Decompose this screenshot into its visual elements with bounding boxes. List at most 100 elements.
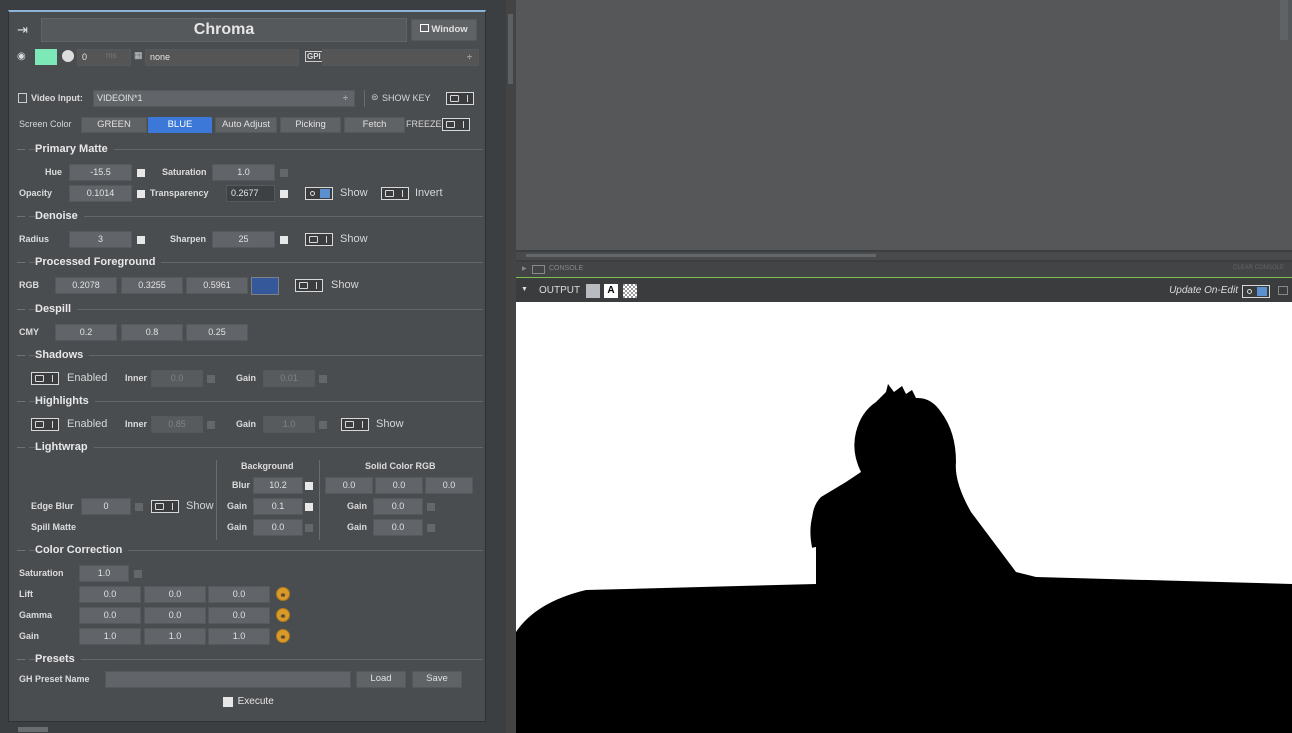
spill-gain-field[interactable]: 0.0: [253, 519, 303, 536]
gain-g-field[interactable]: 1.0: [144, 628, 206, 645]
spill-gain2-square[interactable]: [427, 524, 435, 532]
shadows-inner-field[interactable]: 0.0: [151, 370, 203, 387]
show-key-toggle[interactable]: [446, 92, 474, 105]
lift-link-icon[interactable]: ⚭: [276, 587, 290, 601]
hue-field[interactable]: -15.5: [69, 164, 132, 181]
highlights-inner-field[interactable]: 0.85: [151, 416, 203, 433]
highlights-inner-square[interactable]: [207, 421, 215, 429]
gpi-select[interactable]: ÷: [322, 49, 479, 66]
gain-link-icon[interactable]: ⚭: [276, 629, 290, 643]
viewport-hscroll-thumb[interactable]: [526, 254, 876, 257]
edge-blur-square[interactable]: [135, 503, 143, 511]
sharpen-field[interactable]: 25: [212, 231, 275, 248]
gamma-r-field[interactable]: 0.0: [79, 607, 141, 624]
highlights-show-toggle[interactable]: [341, 418, 369, 431]
processed-show-toggle[interactable]: [295, 279, 323, 292]
lightwrap-show-toggle[interactable]: [151, 500, 179, 513]
edge-blur-field[interactable]: 0: [81, 498, 131, 515]
layer-field[interactable]: none: [145, 49, 299, 66]
transparency-key-square[interactable]: [280, 190, 288, 198]
clear-console-button[interactable]: CLEAR CONSOLE: [1233, 265, 1284, 271]
solid-r-field[interactable]: 0.0: [325, 477, 373, 494]
opacity-key-square[interactable]: [137, 190, 145, 198]
execute-button[interactable]: Execute: [223, 696, 283, 712]
blur-square[interactable]: [305, 482, 313, 490]
radius-key-square[interactable]: [137, 236, 145, 244]
clock-icon[interactable]: [62, 50, 74, 62]
transparency-field[interactable]: 0.2677: [226, 185, 275, 202]
saturation-key-square[interactable]: [280, 169, 288, 177]
load-button[interactable]: Load: [356, 671, 406, 688]
rgb-b-field[interactable]: 0.5961: [186, 277, 248, 294]
cmy-c-field[interactable]: 0.2: [55, 324, 117, 341]
opacity-field[interactable]: 0.1014: [69, 185, 132, 202]
presets-header: Presets: [15, 652, 483, 666]
highlights-gain-field[interactable]: 1.0: [263, 416, 315, 433]
window-button[interactable]: Window: [411, 19, 477, 41]
eye-icon[interactable]: ◉: [17, 51, 26, 62]
highlights-enabled-toggle[interactable]: [31, 418, 59, 431]
picking-button[interactable]: Picking: [280, 117, 341, 133]
gamma-g-field[interactable]: 0.0: [144, 607, 206, 624]
green-button[interactable]: GREEN: [81, 117, 147, 133]
processed-color-swatch[interactable]: [251, 277, 279, 295]
update-toggle[interactable]: [1242, 285, 1270, 298]
shadows-enabled-toggle[interactable]: [31, 372, 59, 385]
lift-g-field[interactable]: 0.0: [144, 586, 206, 603]
rgb-g-field[interactable]: 0.3255: [121, 277, 183, 294]
denoise-show-toggle[interactable]: [305, 233, 333, 246]
cc-saturation-square[interactable]: [134, 570, 142, 578]
console-bar[interactable]: ▶ CONSOLE CLEAR CONSOLE: [516, 262, 1292, 278]
solid-gain-square[interactable]: [427, 503, 435, 511]
solid-b-field[interactable]: 0.0: [425, 477, 473, 494]
image-icon[interactable]: [586, 284, 600, 298]
lift-b-field[interactable]: 0.0: [208, 586, 270, 603]
invert-toggle[interactable]: [381, 187, 409, 200]
gamma-link-icon[interactable]: ⚭: [276, 608, 290, 622]
output-collapse-icon[interactable]: ▼: [521, 286, 528, 293]
checker-icon[interactable]: [623, 284, 637, 298]
primary-show-toggle[interactable]: [305, 187, 333, 200]
preset-name-input[interactable]: [105, 671, 351, 688]
cmy-y-field[interactable]: 0.25: [186, 324, 248, 341]
popout-icon[interactable]: [1278, 286, 1288, 295]
freeze-toggle[interactable]: [442, 118, 470, 131]
sharpen-label: Sharpen: [170, 234, 207, 244]
auto-adjust-button[interactable]: Auto Adjust: [215, 117, 277, 133]
solid-gain-label: Gain: [347, 501, 368, 511]
gain-r-field[interactable]: 1.0: [79, 628, 141, 645]
time-field[interactable]: 0: [77, 49, 131, 66]
radius-field[interactable]: 3: [69, 231, 132, 248]
lightwrap-gain-square[interactable]: [305, 503, 313, 511]
left-scrollbar-thumb[interactable]: [508, 14, 513, 84]
blur-field[interactable]: 10.2: [253, 477, 303, 494]
bottom-scroll-thumb[interactable]: [18, 727, 48, 732]
shadows-inner-square[interactable]: [207, 375, 215, 383]
rgb-r-field[interactable]: 0.2078: [55, 277, 117, 294]
pin-icon[interactable]: ⇥: [17, 20, 37, 40]
shadows-gain-square[interactable]: [319, 375, 327, 383]
viewport-vscroll[interactable]: [1280, 0, 1288, 40]
solid-g-field[interactable]: 0.0: [375, 477, 423, 494]
color-swatch[interactable]: [35, 49, 57, 65]
hue-key-square[interactable]: [137, 169, 145, 177]
solid-gain-field[interactable]: 0.0: [373, 498, 423, 515]
cmy-m-field[interactable]: 0.8: [121, 324, 183, 341]
gain-b-field[interactable]: 1.0: [208, 628, 270, 645]
highlights-gain-square[interactable]: [319, 421, 327, 429]
lightwrap-gain-field[interactable]: 0.1: [253, 498, 303, 515]
video-input-select[interactable]: VIDEOIN*1 ÷: [93, 90, 355, 107]
spill-gain-square[interactable]: [305, 524, 313, 532]
spill-gain2-field[interactable]: 0.0: [373, 519, 423, 536]
alpha-icon[interactable]: A: [604, 284, 618, 298]
save-button[interactable]: Save: [412, 671, 462, 688]
left-scrollbar[interactable]: [506, 0, 516, 733]
blue-button[interactable]: BLUE: [148, 117, 212, 133]
cc-saturation-field[interactable]: 1.0: [79, 565, 129, 582]
shadows-gain-field[interactable]: 0.01: [263, 370, 315, 387]
saturation-field[interactable]: 1.0: [212, 164, 275, 181]
lift-r-field[interactable]: 0.0: [79, 586, 141, 603]
sharpen-key-square[interactable]: [280, 236, 288, 244]
gamma-b-field[interactable]: 0.0: [208, 607, 270, 624]
fetch-button[interactable]: Fetch: [344, 117, 405, 133]
